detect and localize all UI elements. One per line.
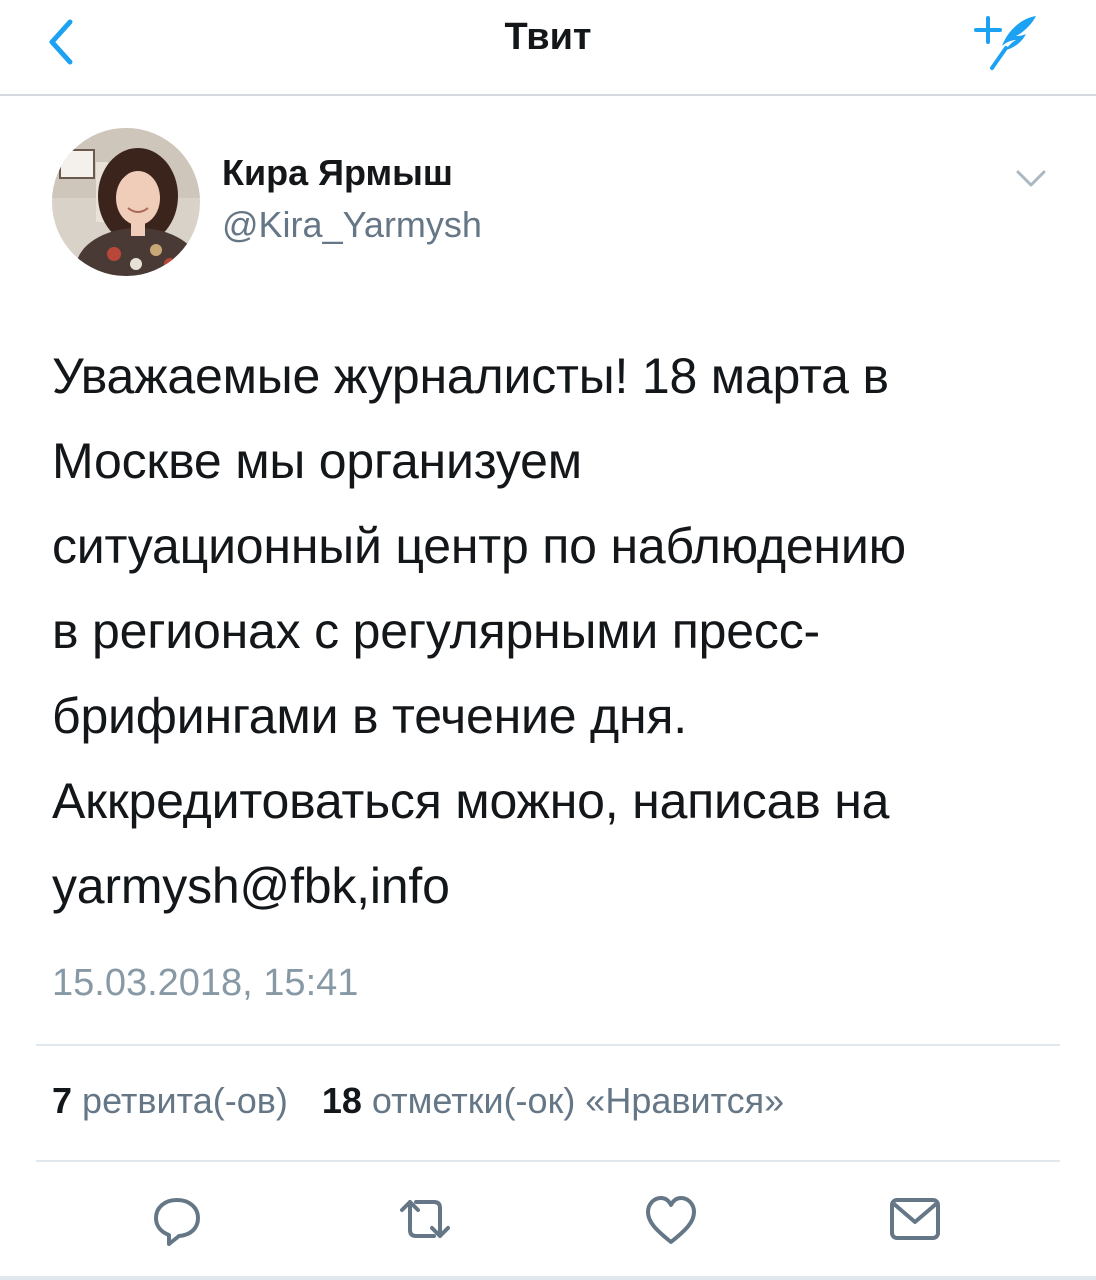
page-title: Твит [504,16,592,58]
tweet-text-line: Уважаемые журналисты! 18 марта в [52,348,889,404]
compose-tweet-icon [974,16,1036,70]
author-name[interactable]: Кира Ярмыш [222,152,453,194]
retweets-stat[interactable]: 7 ретвита(-ов) [52,1080,288,1122]
likes-label: отметки(-ок) «Нравится» [371,1080,785,1121]
avatar[interactable] [52,128,200,276]
envelope-icon [890,1198,940,1240]
author-handle[interactable]: @Kira_Yarmysh [222,204,482,246]
navigation-bar: Твит [0,0,1096,96]
divider [36,1160,1060,1162]
direct-message-button[interactable] [880,1184,950,1254]
retweets-label: ретвита(-ов) [82,1080,288,1121]
reply-button[interactable] [142,1184,212,1254]
reply-icon [154,1198,200,1246]
profile-avatar [52,128,200,276]
tweet-text-line: Аккредитоваться можно, написав на [52,773,890,829]
retweets-count: 7 [52,1080,73,1121]
tweet-text-line: yarmysh@fbk,info [52,858,450,914]
bottom-divider [0,1276,1096,1280]
retweet-icon [400,1200,450,1238]
tweet-text-line: Москве мы организуем [52,433,582,489]
tweet-menu-button[interactable] [1006,158,1056,198]
tweet-text-line: брифингами в течение дня. [52,688,687,744]
retweet-button[interactable] [390,1184,460,1254]
compose-tweet-button[interactable] [970,8,1050,74]
like-button[interactable] [636,1184,706,1254]
tweet-stats: 7 ретвита(-ов) 18 отметки(-ок) «Нравится… [52,1080,808,1122]
heart-icon [646,1196,696,1244]
tweet-timestamp: 15.03.2018, 15:41 [52,962,359,1004]
tweet-action-bar [0,1184,1096,1254]
divider [36,1044,1060,1046]
chevron-down-icon [1016,170,1046,187]
tweet-text-line: ситуационный центр по наблюдению [52,518,906,574]
likes-count: 18 [321,1080,362,1121]
tweet-author: Кира Ярмыш @Kira_Yarmysh [0,120,1096,280]
tweet-text: Уважаемые журналисты! 18 марта в Москве … [52,334,1062,929]
likes-stat[interactable]: 18 отметки(-ок) «Нравится» [322,1080,784,1122]
tweet-text-line: в регионах с регулярными пресс- [52,603,820,659]
